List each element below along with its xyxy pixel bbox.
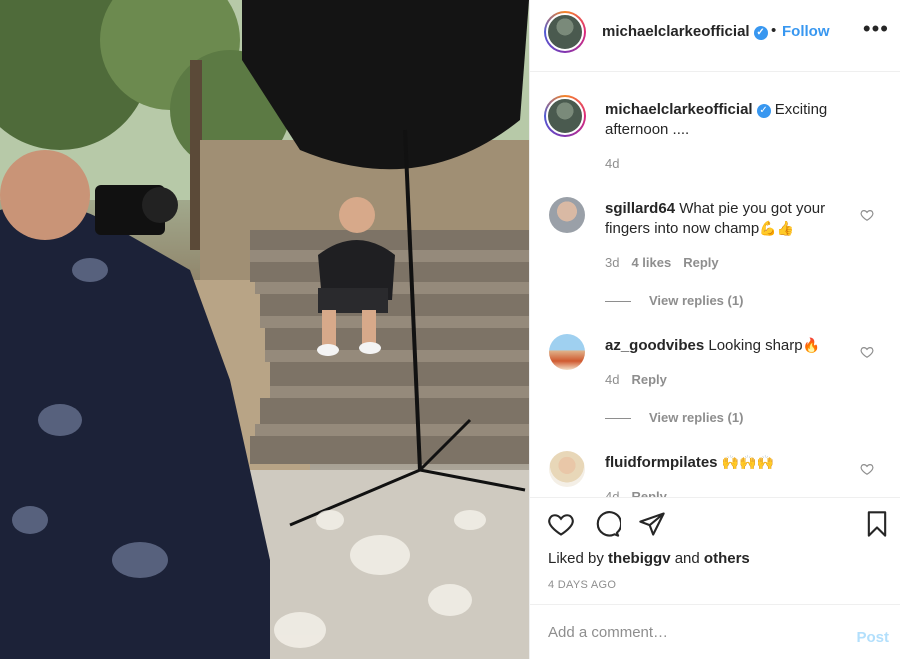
view-replies-button[interactable]: View replies (1) xyxy=(605,293,743,308)
comment-meta: 3d 4 likes Reply xyxy=(605,255,731,270)
post-header: michaelclarkeofficial ✓ • Follow ••• xyxy=(530,0,900,72)
caption-text-block: michaelclarkeofficial ✓ Exciting afternoo… xyxy=(605,100,845,140)
view-replies-button[interactable]: View replies (1) xyxy=(605,410,743,425)
commenter-username[interactable]: fluidformpilates xyxy=(605,454,718,471)
view-replies-label[interactable]: View replies (1) xyxy=(649,410,743,425)
comment-time[interactable]: 3d xyxy=(605,255,619,270)
post-timestamp[interactable]: 4 DAYS AGO xyxy=(548,579,616,591)
commenter-avatar[interactable] xyxy=(549,334,585,370)
comment-time[interactable]: 4d xyxy=(605,489,619,497)
like-comment-heart-icon[interactable] xyxy=(860,208,874,222)
like-comment-heart-icon[interactable] xyxy=(860,462,874,476)
post-sidebar: michaelclarkeofficial ✓ • Follow ••• mich… xyxy=(529,0,900,659)
comment-emoji: 🔥 xyxy=(802,338,821,354)
add-comment-input[interactable] xyxy=(548,621,838,643)
author-username[interactable]: michaelclarkeofficial ✓ xyxy=(602,23,768,40)
liked-by-and: and xyxy=(674,550,700,567)
comment-meta: 4d Reply xyxy=(605,489,679,497)
comment-time[interactable]: 4d xyxy=(605,372,619,387)
like-comment-heart-icon[interactable] xyxy=(860,345,874,359)
like-heart-icon[interactable] xyxy=(547,510,575,538)
reply-button[interactable]: Reply xyxy=(631,489,666,497)
commenter-avatar[interactable] xyxy=(549,451,585,487)
save-bookmark-icon[interactable] xyxy=(863,510,891,538)
caption-author-avatar[interactable] xyxy=(544,95,586,137)
liked-by-line: Liked by thebiggv and others xyxy=(548,550,750,567)
more-options-icon[interactable]: ••• xyxy=(863,18,889,40)
caption-username[interactable]: michaelclarkeofficial xyxy=(605,101,753,118)
commenter-avatar[interactable] xyxy=(549,197,585,233)
header-separator: • xyxy=(771,22,777,39)
photo-image xyxy=(0,0,529,659)
comments-list[interactable]: michaelclarkeofficial ✓ Exciting afternoo… xyxy=(530,73,900,497)
view-replies-line xyxy=(605,418,631,420)
commenter-username[interactable]: az_goodvibes xyxy=(605,337,704,354)
follow-button[interactable]: Follow xyxy=(782,23,830,40)
view-replies-line xyxy=(605,301,631,303)
post-actions: Liked by thebiggv and others 4 DAYS AGO xyxy=(530,497,900,604)
reply-button[interactable]: Reply xyxy=(683,255,718,270)
author-avatar[interactable] xyxy=(544,11,586,53)
comment-text: Looking sharp xyxy=(708,337,803,354)
liked-by-others[interactable]: others xyxy=(704,550,750,567)
verified-badge-icon: ✓ xyxy=(756,104,771,118)
comment-text-block: az_goodvibes Looking sharp🔥 xyxy=(605,336,850,356)
author-username-text[interactable]: michaelclarkeofficial xyxy=(602,23,750,40)
liked-by-user[interactable]: thebiggv xyxy=(608,550,671,567)
view-replies-label[interactable]: View replies (1) xyxy=(649,293,743,308)
comment-text-block: fluidformpilates 🙌🙌🙌 xyxy=(605,453,850,473)
comment-emoji: 🙌🙌🙌 xyxy=(721,455,774,471)
comment-likes[interactable]: 4 likes xyxy=(631,255,671,270)
share-direct-icon[interactable] xyxy=(638,510,666,538)
comment-text-block: sgillard64 What pie you got your fingers… xyxy=(605,199,850,239)
add-comment-bar: Post xyxy=(530,604,900,659)
commenter-username[interactable]: sgillard64 xyxy=(605,200,675,217)
comment-bubble-icon[interactable] xyxy=(593,510,621,538)
comment-meta: 4d Reply xyxy=(605,372,679,387)
post-comment-button[interactable]: Post xyxy=(856,629,889,646)
verified-badge-icon: ✓ xyxy=(753,26,768,40)
liked-by-prefix: Liked by xyxy=(548,550,604,567)
post-photo[interactable] xyxy=(0,0,529,659)
reply-button[interactable]: Reply xyxy=(631,372,666,387)
caption-time[interactable]: 4d xyxy=(605,156,619,171)
comment-emoji: 💪👍 xyxy=(759,221,795,237)
